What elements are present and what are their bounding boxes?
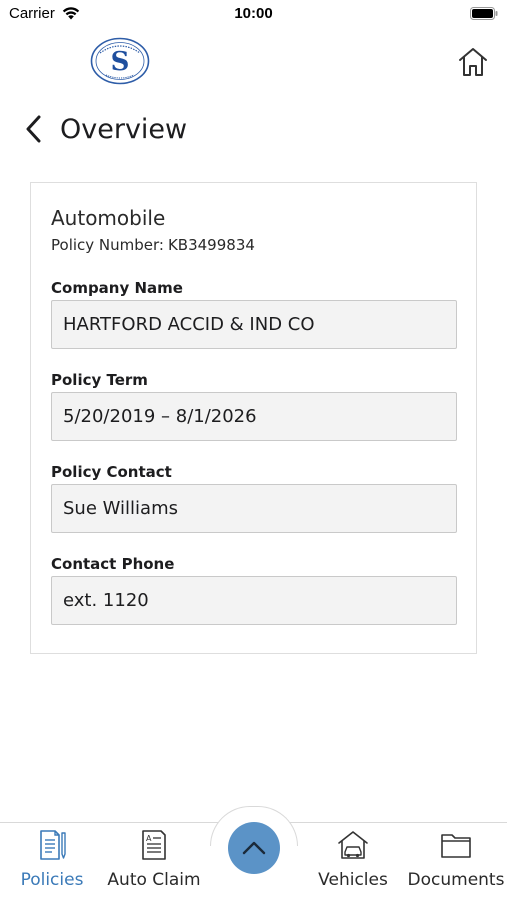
company-name-value: HARTFORD ACCID & IND CO	[63, 314, 315, 335]
policy-card: Automobile Policy Number: KB3499834 Compa…	[30, 182, 477, 654]
chevron-up-icon	[242, 841, 266, 855]
policies-document-icon	[40, 830, 66, 860]
status-time: 10:00	[234, 5, 273, 22]
tab-vehicles[interactable]: Vehicles	[318, 828, 388, 894]
svg-text:S: S	[111, 47, 130, 77]
tab-auto-claim[interactable]: A Auto Claim	[107, 828, 201, 894]
company-name-label: Company Name	[51, 279, 183, 297]
company-name-field: HARTFORD ACCID & IND CO	[51, 300, 457, 349]
chevron-left-icon	[26, 115, 41, 143]
vehicle-garage-icon	[338, 831, 368, 859]
policy-number-row: Policy Number: KB3499834	[51, 236, 255, 254]
policy-type: Automobile	[51, 206, 166, 230]
auto-claim-form-icon: A	[142, 830, 166, 860]
tab-documents[interactable]: Documents	[407, 828, 505, 894]
tab-policies[interactable]: Policies	[20, 828, 84, 894]
expand-menu-button[interactable]	[228, 822, 280, 874]
battery-icon	[470, 7, 498, 20]
policy-contact-value: Sue Williams	[63, 498, 178, 519]
screen: Carrier 10:00 S Overview Automobile Poli…	[0, 0, 507, 900]
tab-auto-claim-label: Auto Claim	[107, 870, 201, 890]
contact-phone-value: ext. 1120	[63, 590, 149, 611]
policy-number-label: Policy Number:	[51, 236, 164, 254]
tab-policies-label: Policies	[20, 870, 84, 890]
folder-icon	[441, 834, 471, 858]
policy-term-field: 5/20/2019 – 8/1/2026	[51, 392, 457, 441]
contact-phone-field: ext. 1120	[51, 576, 457, 625]
tab-vehicles-label: Vehicles	[318, 870, 388, 890]
status-bar: Carrier 10:00	[0, 0, 507, 28]
home-button[interactable]	[456, 45, 490, 79]
policy-term-value: 5/20/2019 – 8/1/2026	[63, 406, 257, 427]
back-button[interactable]: Overview	[22, 108, 187, 150]
policy-contact-field: Sue Williams	[51, 484, 457, 533]
policy-contact-label: Policy Contact	[51, 463, 172, 481]
policy-number-value: KB3499834	[167, 236, 255, 254]
company-seal-logo: S	[90, 37, 150, 85]
page-title: Overview	[60, 113, 188, 145]
svg-text:A: A	[146, 834, 152, 843]
tab-documents-label: Documents	[407, 870, 505, 890]
contact-phone-label: Contact Phone	[51, 555, 175, 573]
policy-term-label: Policy Term	[51, 371, 148, 389]
